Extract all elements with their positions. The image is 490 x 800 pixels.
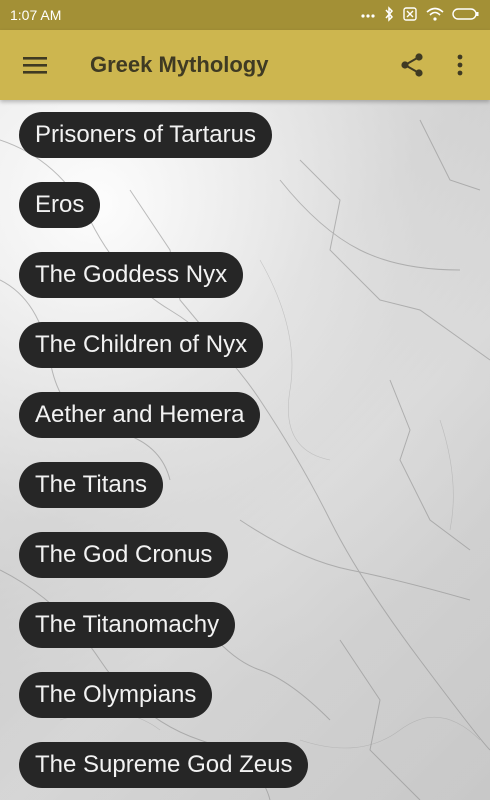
page-title: Greek Mythology — [90, 52, 269, 77]
list-item-label: The Olympians — [35, 681, 197, 708]
list-item[interactable]: The Titans — [19, 462, 164, 508]
share-button[interactable] — [388, 37, 436, 93]
list-item-label: The Goddess Nyx — [35, 261, 228, 288]
share-icon — [401, 53, 423, 77]
hamburger-menu-icon[interactable] — [6, 36, 64, 94]
list-item[interactable]: The Children of Nyx — [19, 322, 264, 368]
list-item[interactable]: The Goddess Nyx — [19, 252, 244, 298]
chapter-list-area[interactable]: Prisoners of Tartarus Eros The Goddess N… — [0, 100, 490, 800]
battery-icon — [452, 7, 480, 24]
status-bar: 1:07 AM — [0, 0, 490, 30]
overflow-menu-button[interactable] — [436, 37, 484, 93]
list-item[interactable]: The Olympians — [19, 672, 213, 718]
list-item-label: Prisoners of Tartarus — [35, 121, 256, 148]
list-item[interactable]: The Supreme God Zeus — [19, 742, 309, 788]
list-item[interactable]: Prisoners of Tartarus — [19, 112, 272, 158]
list-item[interactable]: Eros — [19, 182, 101, 228]
list-item-label: The Supreme God Zeus — [35, 751, 293, 778]
list-item-label: The Children of Nyx — [35, 331, 248, 358]
list-item[interactable]: Aether and Hemera — [19, 392, 261, 438]
no-sim-icon — [402, 6, 418, 25]
status-time: 1:07 AM — [10, 7, 62, 23]
more-vertical-icon — [457, 54, 463, 76]
list-item-label: The Titanomachy — [35, 611, 220, 638]
list-item-label: Aether and Hemera — [35, 401, 245, 428]
more-dots-icon — [360, 7, 376, 23]
list-item-label: The Titans — [35, 471, 148, 498]
wifi-icon — [426, 7, 444, 24]
list-item-label: The God Cronus — [35, 541, 213, 568]
list-item-label: Eros — [35, 191, 85, 218]
list-item[interactable]: The God Cronus — [19, 532, 229, 578]
bluetooth-icon — [384, 5, 394, 25]
list-item[interactable]: The Titanomachy — [19, 602, 236, 648]
status-icons — [360, 5, 480, 25]
app-bar: Greek Mythology — [0, 30, 490, 100]
